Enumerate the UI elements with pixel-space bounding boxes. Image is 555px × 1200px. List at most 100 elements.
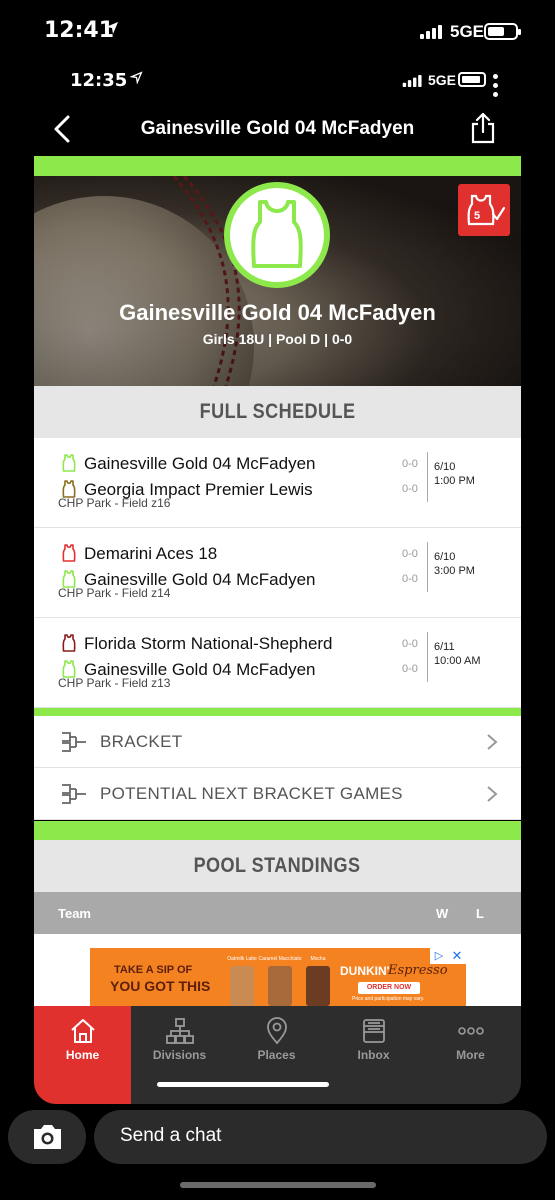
divider	[427, 542, 428, 592]
location-arrow-icon	[106, 22, 118, 34]
badge-number: 5	[474, 210, 481, 222]
team2-score: 0-0	[402, 573, 418, 585]
camera-icon	[34, 1125, 61, 1149]
home-icon	[71, 1019, 95, 1043]
game-time: 10:00 AM	[434, 655, 481, 667]
team-logo	[224, 182, 330, 288]
inner-screenshot: 12:35 5GE Gainesville Gold 04 McFadyen 5…	[34, 62, 521, 1104]
ad-order-button[interactable]: ORDER NOW	[358, 982, 420, 994]
tab-label: More	[456, 1048, 485, 1062]
bracket-menu: BRACKET POTENTIAL NEXT BRACKET GAMES	[34, 716, 521, 820]
page-title: Gainesville Gold 04 McFadyen	[140, 118, 415, 139]
kebab-menu-icon[interactable]	[493, 74, 499, 101]
team1-score: 0-0	[402, 638, 418, 650]
game-date: 6/11	[434, 641, 455, 653]
location-arrow-icon	[130, 71, 143, 84]
ad-line2: YOU GOT THIS	[110, 978, 211, 994]
team-badge[interactable]: 5	[458, 184, 510, 236]
potential-bracket-label: POTENTIAL NEXT BRACKET GAMES	[100, 784, 403, 803]
column-team: Team	[58, 906, 91, 921]
game-row[interactable]: Demarini Aces 18 Gainesville Gold 04 McFa…	[34, 528, 521, 618]
standings-header: POOL STANDINGS	[34, 840, 521, 892]
game-date: 6/10	[434, 551, 456, 563]
bracket-icon	[62, 732, 86, 752]
check-in-badge-icon	[467, 194, 506, 226]
team1-score: 0-0	[402, 548, 418, 560]
schedule-header: FULL SCHEDULE	[34, 386, 521, 438]
tab-inbox[interactable]: Inbox	[325, 1006, 422, 1104]
camera-button[interactable]	[8, 1110, 86, 1164]
accent-bar	[34, 156, 521, 176]
places-icon	[267, 1017, 287, 1045]
chat-bar: Send a chat	[0, 1108, 555, 1168]
coffee-cups-image: Oatmilk Latte Caramel Macchiato Mocha	[227, 956, 330, 1006]
divider	[427, 632, 428, 682]
share-icon[interactable]	[470, 112, 496, 144]
tab-places[interactable]: Places	[228, 1006, 325, 1104]
inbox-icon	[363, 1019, 385, 1043]
ad-brand: DUNKIN'	[340, 964, 390, 978]
standings-table-header: Team W L	[34, 892, 521, 934]
tab-label: Divisions	[152, 1048, 207, 1062]
game-location: CHP Park - Field z16	[58, 496, 171, 510]
battery-icon	[458, 72, 486, 87]
game-time: 1:00 PM	[434, 475, 475, 487]
game-time: 3:00 PM	[434, 565, 475, 577]
outer-status-bar: 12:41 5GE	[0, 0, 555, 64]
outer-network-label: 5GE	[450, 22, 485, 41]
game-location: CHP Park - Field z13	[58, 676, 171, 690]
jersey-icon	[251, 200, 303, 268]
inner-status-time: 12:35	[70, 70, 128, 91]
team1-name: Gainesville Gold 04 McFadyen	[84, 454, 316, 473]
bottom-indicator	[180, 1182, 376, 1188]
ad-line1: TAKE A SIP OF	[114, 964, 193, 976]
cup-label: Caramel Macchiato	[258, 956, 301, 962]
battery-icon	[484, 23, 521, 40]
tab-label: Places	[257, 1048, 296, 1062]
bracket-label: BRACKET	[100, 732, 183, 751]
bottom-tab-bar: Home Divisions Places Inbox More	[34, 1006, 521, 1104]
ad-choices-icon[interactable]: ▷	[430, 948, 448, 964]
team-subtitle: Girls 18U | Pool D | 0-0	[202, 331, 353, 347]
back-chevron-icon[interactable]	[50, 114, 74, 144]
game-row[interactable]: Florida Storm National-Shepherd Gainesvil…	[34, 618, 521, 708]
divisions-icon	[166, 1018, 194, 1044]
ad-close-icon[interactable]: ✕	[448, 948, 466, 964]
divider	[427, 452, 428, 502]
chevron-right-icon	[487, 786, 498, 802]
tab-more[interactable]: More	[422, 1006, 519, 1104]
tab-label: Inbox	[357, 1048, 390, 1062]
column-wins: W	[436, 906, 449, 921]
tab-divisions[interactable]: Divisions	[131, 1006, 228, 1104]
signal-icon	[402, 75, 422, 87]
ad-fine-print: Price and participation may vary.	[352, 996, 425, 1002]
team1-name: Florida Storm National-Shepherd	[84, 634, 333, 653]
team1-name: Demarini Aces 18	[84, 544, 218, 563]
team2-score: 0-0	[402, 663, 418, 675]
chat-placeholder: Send a chat	[120, 1125, 222, 1146]
team-hero: 5 Gainesville Gold 04 McFadyen Girls 18U…	[34, 176, 521, 386]
tab-home[interactable]: Home	[34, 1006, 131, 1104]
potential-bracket-row[interactable]: POTENTIAL NEXT BRACKET GAMES	[34, 768, 521, 820]
bracket-icon	[62, 784, 86, 804]
game-row[interactable]: Gainesville Gold 04 McFadyen Georgia Impa…	[34, 438, 521, 528]
tab-label: Home	[65, 1048, 100, 1062]
game-location: CHP Park - Field z14	[58, 586, 171, 600]
cup-label: Oatmilk Latte	[227, 956, 257, 962]
ad-brand-product: Espresso	[388, 963, 448, 978]
column-losses: L	[476, 906, 484, 921]
cup-label: Mocha	[310, 956, 325, 962]
chat-input[interactable]: Send a chat	[94, 1110, 547, 1164]
advertisement-banner[interactable]: TAKE A SIP OF YOU GOT THIS Oatmilk Latte…	[90, 948, 466, 1006]
chevron-right-icon	[487, 734, 498, 750]
accent-bar	[34, 821, 521, 840]
signal-icon	[420, 25, 442, 39]
team1-score: 0-0	[402, 458, 418, 470]
inner-network-label: 5GE	[428, 72, 457, 88]
schedule-list: Gainesville Gold 04 McFadyen Georgia Impa…	[34, 438, 521, 708]
more-icon	[458, 1027, 484, 1035]
home-indicator	[157, 1082, 329, 1087]
team-name: Gainesville Gold 04 McFadyen	[119, 300, 436, 325]
bracket-row[interactable]: BRACKET	[34, 716, 521, 768]
team2-score: 0-0	[402, 483, 418, 495]
